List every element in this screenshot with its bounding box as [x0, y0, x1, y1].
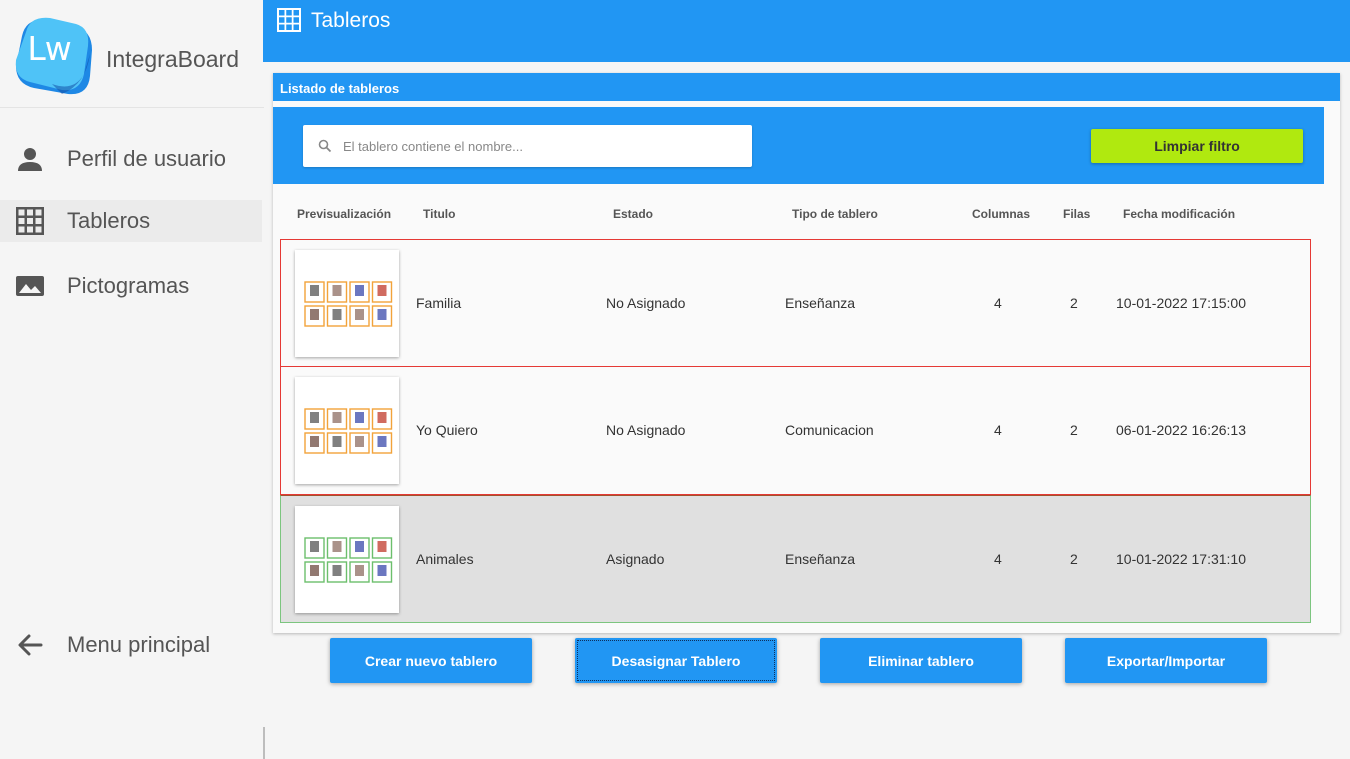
filter-bar: Limpiar filtro: [273, 107, 1324, 184]
pictogram-tile: [349, 408, 370, 430]
cell-fecha: 10-01-2022 17:31:10: [1116, 551, 1246, 567]
cell-titulo: Yo Quiero: [416, 422, 478, 438]
pictogram-tile: [349, 305, 370, 327]
pictogram-tile: [349, 537, 370, 559]
sidebar: Lw IntegraBoard Perfil de usuario Tabler…: [0, 0, 264, 759]
pictogram-tile: [326, 537, 348, 559]
cell-tipo: Enseñanza: [785, 551, 856, 567]
cell-columnas: 4: [994, 422, 1002, 438]
search-input[interactable]: [343, 133, 738, 159]
cell-filas: 2: [1070, 422, 1078, 438]
board-preview-tiles: [304, 537, 393, 583]
app-name: IntegraBoard: [106, 46, 239, 72]
top-app-bar: Tableros: [263, 0, 1350, 62]
search-icon: [318, 139, 332, 153]
pictogram-tile: [349, 561, 370, 583]
grid-icon: [16, 207, 44, 235]
search-box: [303, 125, 752, 167]
sidebar-item-pictogramas[interactable]: Pictogramas: [0, 265, 262, 307]
board-preview: [295, 377, 399, 484]
sidebar-item-label: Pictogramas: [67, 273, 190, 298]
sidebar-item-label: Tableros: [67, 208, 151, 233]
sidebar-item-menu-principal[interactable]: Menu principal: [0, 624, 262, 666]
sidebar-item-perfil[interactable]: Perfil de usuario: [0, 138, 262, 180]
image-icon: [16, 276, 44, 296]
board-preview: [295, 250, 399, 357]
pictogram-tile: [371, 561, 393, 583]
pictogram-tile: [371, 432, 393, 454]
cell-fecha: 06-01-2022 16:26:13: [1116, 422, 1246, 438]
pictogram-tile: [326, 432, 348, 454]
cell-estado: No Asignado: [606, 295, 686, 311]
cell-filas: 2: [1070, 551, 1078, 567]
pictogram-tile: [304, 305, 325, 327]
boards-card: Listado de tableros Limpiar filtro Previ…: [273, 73, 1340, 633]
sidebar-item-tableros[interactable]: Tableros: [0, 200, 262, 242]
column-header-estado[interactable]: Estado: [613, 207, 653, 221]
grid-icon: [277, 8, 301, 32]
board-preview-tiles: [304, 281, 393, 327]
cell-tipo: Enseñanza: [785, 295, 856, 311]
delete-board-button[interactable]: Eliminar tablero: [820, 638, 1022, 683]
sidebar-divider: [263, 727, 265, 759]
table-row[interactable]: Familia No Asignado Enseñanza 4 2 10-01-…: [280, 239, 1311, 367]
column-header-previsualizacion: Previsualización: [297, 207, 392, 221]
cell-fecha: 10-01-2022 17:15:00: [1116, 295, 1246, 311]
column-header-titulo[interactable]: Titulo: [423, 207, 455, 221]
pictogram-tile: [304, 561, 325, 583]
brand: Lw IntegraBoard: [0, 0, 264, 108]
cell-filas: 2: [1070, 295, 1078, 311]
column-header-fecha[interactable]: Fecha modificación: [1123, 207, 1235, 221]
pictogram-tile: [304, 537, 325, 559]
pictogram-tile: [304, 281, 325, 303]
sidebar-item-label: Perfil de usuario: [67, 146, 226, 171]
column-header-columnas[interactable]: Columnas: [972, 207, 1030, 221]
pictogram-tile: [371, 305, 393, 327]
pictogram-tile: [326, 281, 348, 303]
export-import-button[interactable]: Exportar/Importar: [1065, 638, 1267, 683]
cell-titulo: Animales: [416, 551, 474, 567]
arrow-left-icon: [18, 634, 43, 656]
pictogram-tile: [326, 561, 348, 583]
card-title: Listado de tableros: [273, 73, 1340, 101]
pictogram-tile: [371, 281, 393, 303]
pictogram-tile: [349, 432, 370, 454]
cell-columnas: 4: [994, 551, 1002, 567]
column-header-tipo[interactable]: Tipo de tablero: [792, 207, 878, 221]
unassign-board-button[interactable]: Desasignar Tablero: [575, 638, 777, 683]
pictogram-tile: [349, 281, 370, 303]
create-board-button[interactable]: Crear nuevo tablero: [330, 638, 532, 683]
cell-estado: Asignado: [606, 551, 665, 567]
cell-estado: No Asignado: [606, 422, 686, 438]
board-preview-tiles: [304, 408, 393, 454]
table-row-selected[interactable]: Animales Asignado Enseñanza 4 2 10-01-20…: [280, 495, 1311, 623]
pictogram-tile: [326, 305, 348, 327]
column-header-filas[interactable]: Filas: [1063, 207, 1090, 221]
sidebar-item-label: Menu principal: [67, 632, 211, 657]
page-title: Tableros: [311, 9, 391, 32]
cell-tipo: Comunicacion: [785, 422, 874, 438]
pictogram-tile: [304, 432, 325, 454]
pictogram-tile: [371, 537, 393, 559]
person-icon: [18, 148, 42, 171]
table-row[interactable]: Yo Quiero No Asignado Comunicacion 4 2 0…: [280, 367, 1311, 495]
pictogram-tile: [326, 408, 348, 430]
board-preview: [295, 506, 399, 613]
pictogram-tile: [371, 408, 393, 430]
cell-columnas: 4: [994, 295, 1002, 311]
pictogram-tile: [304, 408, 325, 430]
logo-text: Lw: [27, 28, 71, 68]
cell-titulo: Familia: [416, 295, 462, 311]
clear-filter-button[interactable]: Limpiar filtro: [1091, 129, 1303, 163]
